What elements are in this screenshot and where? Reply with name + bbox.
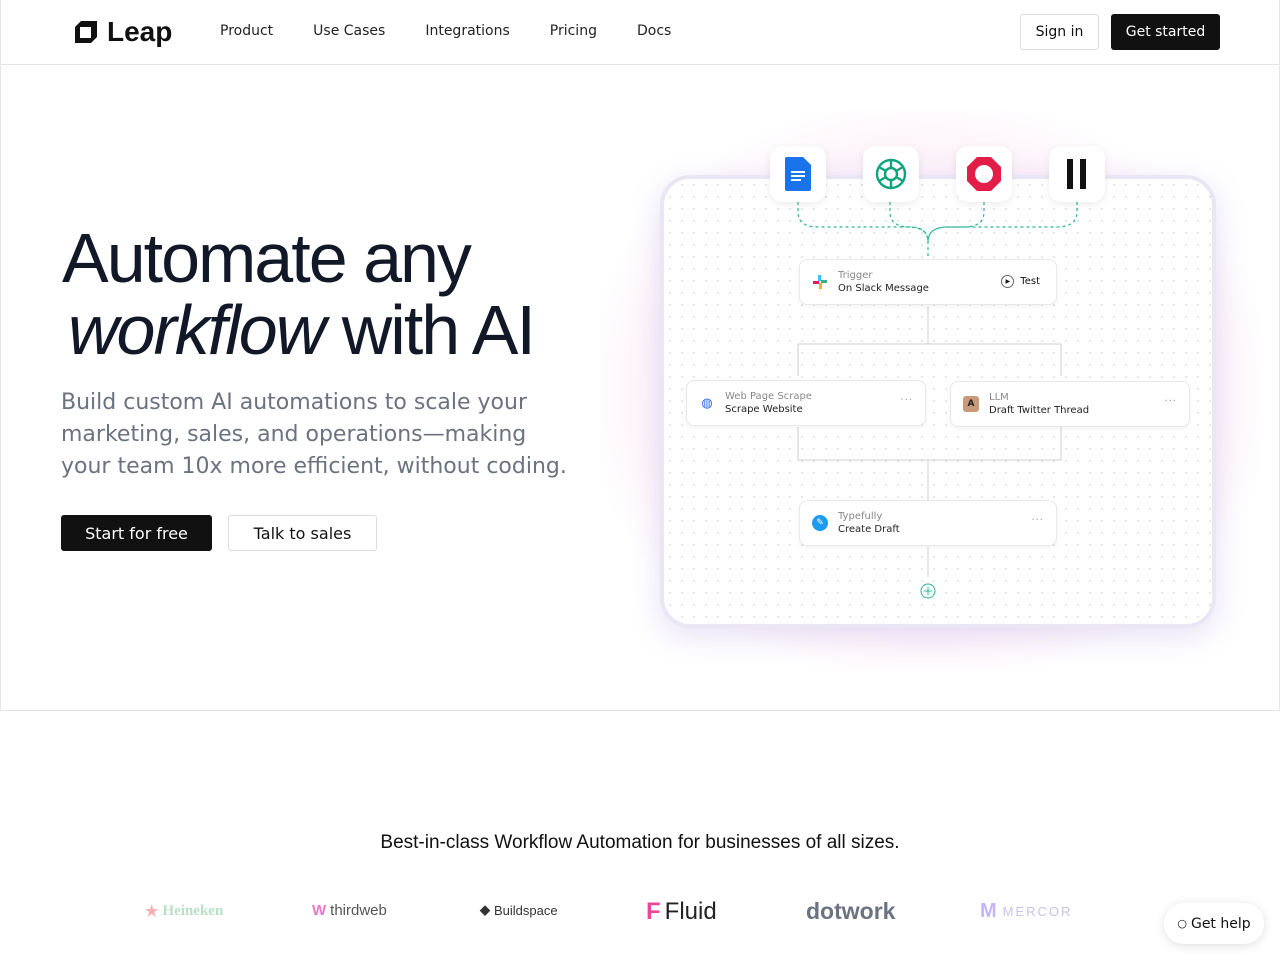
slack-icon bbox=[812, 274, 828, 290]
more-icon[interactable]: ··· bbox=[900, 395, 913, 406]
test-button[interactable]: ▶ Test bbox=[1001, 275, 1040, 288]
tagline: Best-in-class Workflow Automation for bu… bbox=[380, 832, 900, 853]
pause-bars-icon bbox=[1049, 146, 1105, 202]
workflow-connectors bbox=[797, 202, 1078, 599]
logo-buildspace: ◆ Buildspace bbox=[480, 902, 558, 918]
logo-heineken: ★ Heineken bbox=[145, 903, 224, 920]
logo-mercor: M MERCOR bbox=[980, 900, 1073, 922]
octagon-app-icon bbox=[956, 146, 1012, 202]
get-help-button[interactable]: ○ Get help bbox=[1164, 903, 1264, 944]
more-icon[interactable]: ··· bbox=[1164, 396, 1177, 407]
logo-thirdweb: Wthirdweb bbox=[312, 902, 387, 919]
google-docs-icon bbox=[770, 146, 826, 202]
trigger-node[interactable]: Trigger On Slack Message ▶ Test bbox=[799, 259, 1057, 305]
typefully-node[interactable]: ✎ Typefully Create Draft ··· bbox=[799, 500, 1057, 546]
typefully-icon: ✎ bbox=[812, 515, 828, 531]
openai-icon bbox=[863, 146, 919, 202]
play-icon: ▶ bbox=[1001, 275, 1015, 288]
logo-dotwork: dotwork bbox=[806, 898, 896, 924]
web-scrape-node[interactable]: ◍ Web Page Scrape Scrape Website ··· bbox=[686, 380, 926, 426]
logo-fluid: F Fluid bbox=[646, 898, 717, 925]
chat-bubble-icon: ○ bbox=[1177, 917, 1187, 930]
llm-node[interactable]: A LLM Draft Twitter Thread ··· bbox=[950, 381, 1190, 427]
globe-icon: ◍ bbox=[701, 395, 713, 411]
anthropic-icon: A bbox=[963, 396, 979, 412]
more-icon[interactable]: ··· bbox=[1031, 515, 1044, 526]
